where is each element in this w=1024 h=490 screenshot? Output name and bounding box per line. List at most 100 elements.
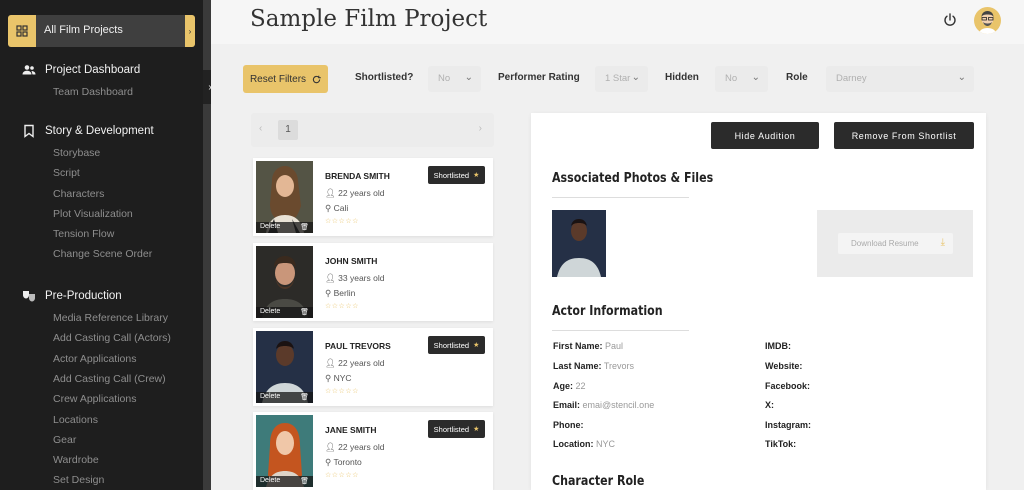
- remove-from-shortlist-button[interactable]: Remove From Shortlist: [834, 122, 974, 149]
- applicant-card[interactable]: Delete 🗑︎ PAUL TREVORS 👤︎ 22 years old ⚲ …: [253, 328, 493, 406]
- masks-icon: [23, 291, 35, 302]
- sidebar-item-plot-visualization[interactable]: Plot Visualization: [53, 208, 133, 220]
- sidebar-item-locations[interactable]: Locations: [53, 414, 98, 426]
- star-icon: ★: [473, 342, 480, 349]
- applicant-age-value: 22 years old: [338, 358, 385, 368]
- sidebar-section-story-development[interactable]: Story & Development: [22, 124, 154, 138]
- sidebar-item-change-scene-order[interactable]: Change Scene Order: [53, 248, 152, 260]
- applicant-age: 👤︎ 33 years old: [325, 273, 384, 284]
- applicant-age: 👤︎ 22 years old: [325, 358, 384, 369]
- hide-audition-button[interactable]: Hide Audition: [711, 122, 819, 149]
- last-name-field: Last Name: Trevors: [553, 361, 634, 371]
- shortlisted-select[interactable]: No ⌄: [428, 66, 481, 92]
- sidebar-item-team-dashboard[interactable]: Team Dashboard: [53, 86, 133, 98]
- delete-label: Delete: [260, 393, 281, 400]
- trash-icon: 🗑︎: [300, 309, 309, 316]
- applicant-card[interactable]: Delete 🗑︎ JOHN SMITH 👤︎ 33 years old ⚲ Be…: [253, 243, 493, 321]
- trash-icon: 🗑︎: [300, 394, 309, 401]
- applicant-age-value: 22 years old: [338, 188, 385, 198]
- applicant-card[interactable]: Delete 🗑︎ BRENDA SMITH 👤︎ 22 years old ⚲ …: [253, 158, 493, 236]
- applicant-card[interactable]: Delete 🗑︎ JANE SMITH 👤︎ 22 years old ⚲ To…: [253, 412, 493, 490]
- delete-label: Delete: [260, 223, 281, 230]
- chevron-right-icon: ›: [185, 15, 195, 47]
- x-field: X:: [765, 400, 774, 410]
- sidebar-item-actor-applications[interactable]: Actor Applications: [53, 353, 136, 365]
- star-icon: ★: [473, 172, 480, 179]
- field-label: Facebook:: [765, 381, 811, 391]
- performer-rating-select-value: 1 Star: [605, 73, 631, 84]
- sidebar-item-characters[interactable]: Characters: [53, 188, 104, 200]
- rating-stars[interactable]: ☆☆☆☆☆: [325, 471, 359, 479]
- field-label: Instagram:: [765, 420, 812, 430]
- sidebar-item-script[interactable]: Script: [53, 167, 80, 179]
- sidebar-item-tension-flow[interactable]: Tension Flow: [53, 228, 114, 240]
- shortlisted-select-value: No: [438, 73, 451, 84]
- rating-stars[interactable]: ☆☆☆☆☆: [325, 387, 359, 395]
- audition-detail-panel: [531, 113, 986, 490]
- sidebar-item-gear[interactable]: Gear: [53, 434, 76, 446]
- facebook-field: Facebook:: [765, 381, 810, 391]
- download-resume-button[interactable]: Download Resume ⤓: [838, 233, 953, 254]
- applicant-age: 👤︎ 22 years old: [325, 442, 384, 453]
- download-icon: ⤓: [940, 237, 945, 248]
- field-label: First Name:: [553, 341, 603, 351]
- performer-rating-select[interactable]: 1 Star ⌄: [595, 66, 648, 92]
- sidebar-section-label: Pre-Production: [45, 290, 122, 302]
- sidebar-section-pre-production[interactable]: Pre-Production: [22, 289, 122, 303]
- download-resume-label: Download Resume: [851, 239, 919, 248]
- sidebar-item-add-casting-call-crew[interactable]: Add Casting Call (Crew): [53, 373, 166, 385]
- sidebar-item-set-design[interactable]: Set Design: [53, 474, 104, 486]
- star-icon: ★: [473, 426, 480, 433]
- field-value: Trevors: [603, 361, 635, 371]
- reset-filters-button[interactable]: Reset Filters: [243, 65, 328, 93]
- page-number-button[interactable]: 1: [278, 120, 298, 140]
- delete-button[interactable]: Delete 🗑︎: [256, 307, 313, 318]
- sidebar: All Film Projects › Project Dashboard Te…: [0, 0, 203, 490]
- power-icon[interactable]: [942, 12, 958, 28]
- hidden-select[interactable]: No ⌄: [715, 66, 768, 92]
- delete-label: Delete: [260, 308, 281, 315]
- sidebar-item-all-film-projects[interactable]: All Film Projects ›: [8, 15, 195, 47]
- associated-photo[interactable]: [552, 210, 606, 277]
- divider: [552, 197, 689, 198]
- person-icon: 👤︎: [325, 273, 339, 283]
- sidebar-section-project-dashboard[interactable]: Project Dashboard: [22, 63, 140, 77]
- chevron-down-icon: ⌄: [464, 72, 473, 83]
- shortlisted-badge-label: Shortlisted: [433, 170, 470, 180]
- field-label: X:: [765, 400, 774, 410]
- page-title: Sample Film Project: [250, 6, 488, 32]
- field-label: IMDB:: [765, 341, 791, 351]
- delete-button[interactable]: Delete 🗑︎: [256, 476, 313, 487]
- field-label: Phone:: [553, 420, 584, 430]
- applicant-location: ⚲ Toronto: [325, 457, 362, 468]
- sidebar-item-media-reference-library[interactable]: Media Reference Library: [53, 312, 168, 324]
- applicant-location-value: NYC: [333, 373, 352, 383]
- sidebar-item-wardrobe[interactable]: Wardrobe: [53, 454, 99, 466]
- delete-button[interactable]: Delete 🗑︎: [256, 392, 313, 403]
- map-pin-icon: ⚲: [325, 373, 334, 383]
- avatar[interactable]: [974, 7, 1001, 34]
- applicant-name: JANE SMITH: [325, 425, 377, 435]
- prev-page-button[interactable]: ‹: [259, 123, 262, 134]
- role-select[interactable]: Darney ⌄: [826, 66, 974, 92]
- rating-stars[interactable]: ☆☆☆☆☆: [325, 217, 359, 225]
- chevron-down-icon: ⌄: [957, 72, 966, 83]
- reset-filters-label: Reset Filters: [249, 73, 307, 85]
- hidden-select-value: No: [725, 73, 738, 84]
- sidebar-item-storybase[interactable]: Storybase: [53, 147, 100, 159]
- shortlisted-badge-label: Shortlisted: [433, 340, 470, 350]
- applicant-location: ⚲ NYC: [325, 373, 352, 384]
- grid-icon: [8, 15, 36, 47]
- delete-label: Delete: [260, 477, 281, 484]
- rating-stars[interactable]: ☆☆☆☆☆: [325, 302, 359, 310]
- trash-icon: 🗑︎: [300, 224, 309, 231]
- person-icon: 👤︎: [325, 358, 339, 368]
- shortlisted-badge: Shortlisted ★: [428, 166, 485, 184]
- next-page-button[interactable]: ›: [479, 123, 482, 134]
- sidebar-item-crew-applications[interactable]: Crew Applications: [53, 393, 136, 405]
- sidebar-item-add-casting-call-actors[interactable]: Add Casting Call (Actors): [53, 332, 171, 344]
- applicant-age: 👤︎ 22 years old: [325, 188, 384, 199]
- field-label: Email:: [553, 400, 581, 410]
- delete-button[interactable]: Delete 🗑︎: [256, 222, 313, 233]
- applicant-location: ⚲ Berlin: [325, 288, 355, 299]
